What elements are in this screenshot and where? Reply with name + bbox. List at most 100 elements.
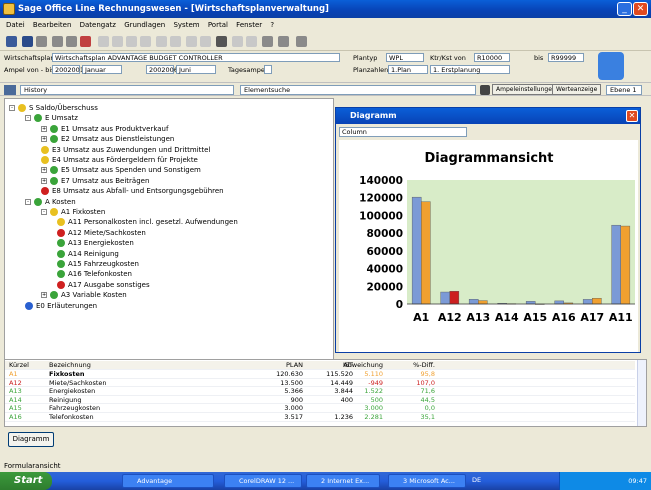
expand-icon[interactable]: + [41,125,47,132]
paste-icon[interactable] [112,36,123,47]
werteanzeige-button[interactable]: Werteanzeige [552,84,602,95]
expand-icon[interactable]: + [41,292,47,299]
menu-bearbeiten[interactable]: Bearbeiten [33,21,71,29]
window-icon[interactable] [262,36,273,47]
table-row[interactable]: A16 Telefonkosten 3.517 1.236 2.281 35,1 [5,413,635,422]
tree-node[interactable]: - A Kosten [25,197,76,207]
planzahlen-select[interactable]: 1.Plan [388,65,428,74]
cut-icon[interactable] [98,36,109,47]
ampel-to-year[interactable]: 2002006 [146,65,178,74]
preview-icon[interactable] [66,36,77,47]
tree-node[interactable]: A11 Personalkosten incl. gesetzl. Aufwen… [57,217,238,227]
tree-node[interactable]: - A1 Fixkosten [41,207,105,217]
redo-icon[interactable] [140,36,151,47]
first-record-icon[interactable] [232,36,243,47]
tagesampel-checkbox[interactable] [264,65,272,74]
tree-node[interactable]: - E Umsatz [25,113,78,123]
table-row[interactable]: A1 Fixkosten 120.630 115.520 5.110 95,8 [5,370,635,379]
app-icon[interactable] [3,3,15,15]
table-row[interactable]: A13 Energiekosten 5.366 3.844 1.522 71,6 [5,387,635,396]
status-light-icon [50,124,58,133]
ampel-from-month[interactable]: Januar [82,65,122,74]
task-internet-explorer[interactable]: 2 Internet Ex... [306,474,380,488]
expand-icon[interactable]: + [41,167,47,174]
minimize-button[interactable]: _ [617,2,632,16]
history-select[interactable]: History [20,85,234,95]
tree-node[interactable]: A17 Ausgabe sonstiges [57,280,150,290]
filter-remove-icon[interactable] [200,36,211,47]
diagram-button[interactable]: Diagramm [8,432,54,447]
print-icon[interactable] [52,36,63,47]
ampel-from-year[interactable]: 2002001 [52,65,84,74]
ktr-to-field[interactable]: R99999 [548,53,584,62]
chart-type-select[interactable]: Column [339,127,467,137]
tree-node[interactable]: + E7 Umsatz aus Beiträgen [41,176,149,186]
sort-desc-icon[interactable] [170,36,181,47]
menu-fenster[interactable]: Fenster [236,21,262,29]
table-cell: 120.630 [276,370,303,378]
collapse-icon[interactable]: - [25,198,31,205]
ampeleinstellungen-button[interactable]: Ampeleinstellungen [492,84,560,95]
diagram-close-button[interactable]: ✕ [626,110,638,122]
last-record-icon[interactable] [246,36,257,47]
expand-icon[interactable]: + [41,136,47,143]
ampel-to-month[interactable]: Juni [176,65,216,74]
menu-grundlagen[interactable]: Grundlagen [124,21,165,29]
menu-datei[interactable]: Datei [6,21,25,29]
undo-icon[interactable] [126,36,137,47]
help-icon[interactable] [296,36,307,47]
elementsuche-field[interactable]: Elementsuche [240,85,476,95]
menu-help[interactable]: ? [270,21,274,29]
collapse-icon[interactable]: - [41,209,47,215]
tree-node[interactable]: + E2 Umsatz aus Dienstleistungen [41,134,174,144]
task-coreldraw[interactable]: CorelDRAW 12 ... [224,474,302,488]
erstplanung-select[interactable]: 1. Erstplanung [430,65,510,74]
copy-icon[interactable] [36,36,47,47]
filter-icon[interactable] [186,36,197,47]
tree-node[interactable]: A16 Telefonkosten [57,269,132,279]
ebene-select[interactable]: Ebene 1 [606,85,642,95]
tree-node[interactable]: - S Saldo/Überschuss [9,103,98,113]
plan-select[interactable]: Wirtschaftsplan ADVANTAGE BUDGET CONTROL… [52,53,340,62]
collapse-icon[interactable]: - [9,105,15,111]
tree-node[interactable]: A14 Reinigung [57,249,119,259]
save-icon[interactable] [22,36,33,47]
tools-icon[interactable] [6,36,17,47]
menu-datengatz[interactable]: Datengatz [80,21,116,29]
start-button[interactable]: Start [0,472,52,490]
diagram-title: Diagramm [350,111,397,120]
database-icon[interactable] [278,36,289,47]
tree-node[interactable]: + E1 Umsatz aus Produktverkauf [41,124,168,134]
binoculars-search-icon[interactable] [480,85,490,95]
tree-node[interactable]: A12 Miete/Sachkosten [57,228,146,238]
table-row[interactable]: A15 Fahrzeugkosten 3.000 3.000 0,0 [5,404,635,413]
tree-node[interactable]: + E5 Umsatz aus Spenden und Sonstigem [41,165,201,175]
diagram-titlebar[interactable]: Diagramm [336,108,640,124]
language-indicator[interactable]: DE [472,476,481,484]
menu-system[interactable]: System [173,21,199,29]
tree-node[interactable]: + A3 Variable Kosten [41,290,127,300]
table-row[interactable]: A14 Reinigung 900 400 500 44,5 [5,396,635,405]
tree-node[interactable]: A15 Fahrzeugkosten [57,259,139,269]
tree-node[interactable]: E8 Umsatz aus Abfall- und Entsorgungsgeb… [41,186,224,196]
planty-field[interactable]: WPL [386,53,424,62]
expand-icon[interactable]: + [41,177,47,184]
sort-asc-icon[interactable] [156,36,167,47]
tree-node[interactable]: A13 Energiekosten [57,238,134,248]
table-scrollbar[interactable] [637,360,646,426]
ktr-from-field[interactable]: R10000 [474,53,510,62]
tree-toggle-icon[interactable] [4,85,16,95]
table-row[interactable]: A12 Miete/Sachkosten 13.500 14.449 -949 107,0 [5,379,635,388]
system-tray: 09:47 [559,472,651,490]
collapse-icon[interactable]: - [25,115,31,122]
tree-node[interactable]: E0 Erläuterungen [25,301,97,311]
spellcheck-icon[interactable] [80,36,91,47]
menu-portal[interactable]: Portal [208,21,228,29]
task-advantage[interactable]: Advantage [122,474,214,488]
close-window-button[interactable]: ✕ [633,2,648,16]
tree-node[interactable]: E4 Umsatz aus Fördergeldern für Projekte [41,155,198,165]
binoculars-icon[interactable] [216,36,227,47]
tree-node[interactable]: E3 Umsatz aus Zuwendungen und Drittmitte… [41,145,210,155]
status-light-icon [25,301,33,310]
task-microsoft-access[interactable]: 3 Microsoft Ac... [388,474,466,488]
